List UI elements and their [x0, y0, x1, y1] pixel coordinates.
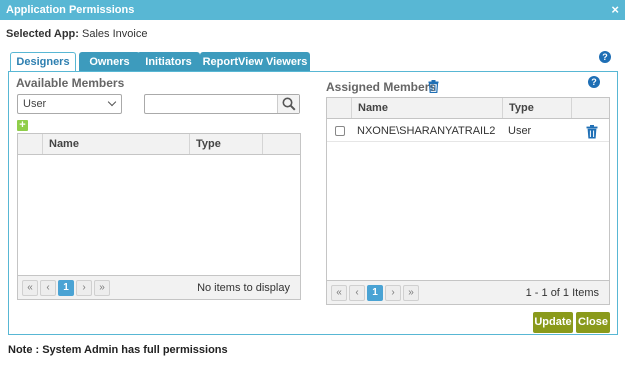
member-name: NXONE\SHARANYATRAIL2 [357, 125, 496, 137]
dialog-titlebar: Application Permissions × [0, 0, 625, 20]
select-column-header [327, 98, 351, 118]
prev-page-button[interactable]: ‹ [40, 280, 56, 296]
action-column-header [571, 98, 609, 118]
assigned-members-title: Assigned Members [326, 80, 437, 94]
select-column-header [18, 134, 42, 154]
next-page-button[interactable]: › [385, 285, 401, 301]
member-search-input[interactable] [145, 95, 277, 113]
grid-header: Name Type [18, 134, 300, 155]
dialog-title: Application Permissions [6, 4, 135, 16]
first-page-button[interactable]: « [331, 285, 347, 301]
pager-info: 1 - 1 of 1 Items [525, 287, 599, 299]
member-type: User [508, 125, 532, 137]
last-page-button[interactable]: » [94, 280, 110, 296]
search-icon [282, 97, 296, 111]
selected-app-label: Selected App: [6, 28, 79, 40]
page-number-button[interactable]: 1 [58, 280, 74, 296]
selected-app-value: Sales Invoice [82, 28, 148, 40]
chevron-down-icon [107, 97, 117, 107]
help-icon[interactable]: ? [599, 51, 611, 63]
page-number-button[interactable]: 1 [367, 285, 383, 301]
available-members-grid: Name Type « ‹ 1 › » No items to display [17, 133, 301, 300]
name-column-header[interactable]: Name [42, 134, 189, 154]
permissions-note: Note : System Admin has full permissions [8, 344, 228, 356]
tab-initiators[interactable]: Initiators [137, 52, 200, 72]
close-icon[interactable]: × [611, 0, 619, 20]
tab-designers[interactable]: Designers [10, 52, 76, 73]
grid-pager: « ‹ 1 › » 1 - 1 of 1 Items [327, 280, 609, 304]
update-button[interactable]: Update [533, 312, 573, 333]
assigned-help-icon[interactable]: ? [588, 76, 600, 88]
pager-info: No items to display [197, 282, 290, 294]
type-column-header[interactable]: Type [189, 134, 262, 154]
tab-reportview-viewers[interactable]: ReportView Viewers [200, 52, 310, 72]
assigned-members-grid: Name Type NXONE\SHARANYATRAIL2 User « ‹ … [326, 97, 610, 305]
grid-pager: « ‹ 1 › » No items to display [18, 275, 300, 299]
last-page-button[interactable]: » [403, 285, 419, 301]
action-column-header [262, 134, 300, 154]
selected-app: Selected App: Sales Invoice [6, 28, 147, 40]
close-button[interactable]: Close [576, 312, 610, 333]
table-row[interactable]: NXONE\SHARANYATRAIL2 User [327, 120, 609, 142]
member-search-box [144, 94, 300, 114]
search-button[interactable] [277, 95, 299, 113]
member-type-select[interactable]: User [17, 94, 122, 114]
name-column-header[interactable]: Name [351, 98, 502, 118]
delete-row-icon[interactable] [586, 125, 598, 139]
type-column-header[interactable]: Type [502, 98, 571, 118]
first-page-button[interactable]: « [22, 280, 38, 296]
next-page-button[interactable]: › [76, 280, 92, 296]
tab-owners[interactable]: Owners [79, 52, 140, 72]
available-members-title: Available Members [16, 76, 125, 90]
trash-icon[interactable] [428, 80, 439, 93]
member-type-value: User [23, 98, 47, 110]
add-member-icon[interactable]: + [17, 120, 28, 131]
grid-header: Name Type [327, 98, 609, 119]
prev-page-button[interactable]: ‹ [349, 285, 365, 301]
row-checkbox[interactable] [335, 126, 345, 136]
